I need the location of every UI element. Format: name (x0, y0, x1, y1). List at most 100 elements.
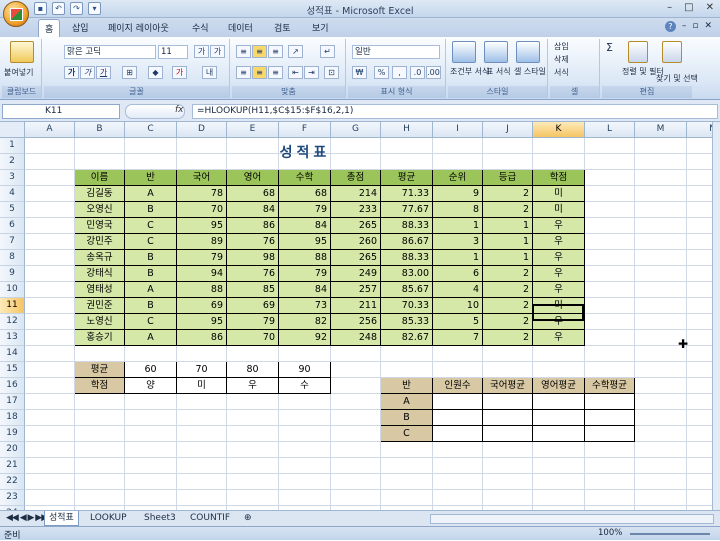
row-header[interactable]: 12 (0, 314, 25, 330)
decrease-decimal-icon[interactable]: .00 (426, 66, 441, 79)
table-cell[interactable]: B (125, 250, 177, 266)
minimize-icon[interactable]: – (667, 2, 672, 13)
font-color-icon[interactable]: 가 (172, 66, 187, 79)
table-cell[interactable]: 미 (533, 202, 585, 218)
column-header[interactable]: M (635, 122, 687, 138)
table-cell[interactable]: 76 (227, 234, 279, 250)
table-header-cell[interactable]: 학점 (533, 170, 585, 186)
row-header[interactable]: 2 (0, 154, 25, 170)
tab-review[interactable]: 검토 (274, 21, 291, 34)
row-header[interactable]: 18 (0, 410, 25, 426)
table-cell[interactable]: B (125, 298, 177, 314)
table-cell[interactable]: 2 (483, 282, 533, 298)
table-cell[interactable]: 홍승기 (75, 330, 125, 346)
table-cell[interactable]: 3 (433, 234, 483, 250)
row-header[interactable]: 9 (0, 266, 25, 282)
table-cell[interactable]: 5 (433, 314, 483, 330)
summary-cell[interactable] (533, 410, 585, 426)
lookup-label[interactable]: 학점 (75, 378, 125, 394)
table-cell[interactable]: 214 (331, 186, 381, 202)
column-header[interactable]: N (687, 122, 712, 138)
row-header[interactable]: 16 (0, 378, 25, 394)
table-cell[interactable]: 88.33 (381, 250, 433, 266)
format-table-button[interactable]: 표 서식 (486, 66, 511, 77)
close-icon[interactable]: ✕ (706, 2, 714, 13)
fill-color-icon[interactable]: ◆ (148, 66, 163, 79)
row-header[interactable]: 5 (0, 202, 25, 218)
row-header[interactable]: 6 (0, 218, 25, 234)
table-cell[interactable]: 73 (279, 298, 331, 314)
lookup-grade[interactable]: 수 (279, 378, 331, 394)
select-all-corner[interactable] (0, 122, 25, 138)
table-cell[interactable]: 우 (533, 250, 585, 266)
tab-view[interactable]: 보기 (312, 21, 329, 34)
row-header[interactable]: 7 (0, 234, 25, 250)
table-cell[interactable]: 98 (227, 250, 279, 266)
format-table-icon[interactable] (484, 41, 508, 63)
table-cell[interactable]: 265 (331, 250, 381, 266)
table-cell[interactable]: 민영국 (75, 218, 125, 234)
summary-class[interactable]: C (381, 426, 433, 442)
table-cell[interactable]: 88 (279, 250, 331, 266)
table-header-cell[interactable]: 반 (125, 170, 177, 186)
number-format-select[interactable]: 일반 (352, 45, 440, 59)
table-cell[interactable]: 83.00 (381, 266, 433, 282)
table-cell[interactable]: 86 (227, 218, 279, 234)
table-cell[interactable]: 68 (227, 186, 279, 202)
orientation-icon[interactable]: ↗ (288, 45, 303, 58)
table-cell[interactable]: 우 (533, 266, 585, 282)
table-cell[interactable]: 9 (433, 186, 483, 202)
conditional-format-icon[interactable] (452, 41, 476, 63)
row-header[interactable]: 19 (0, 426, 25, 442)
table-cell[interactable]: A (125, 282, 177, 298)
increase-indent-icon[interactable]: ⇥ (304, 66, 319, 79)
table-cell[interactable]: 2 (483, 186, 533, 202)
table-cell[interactable]: 69 (177, 298, 227, 314)
column-header[interactable]: L (585, 122, 635, 138)
find-select-button[interactable]: 찾기 및 선택 (656, 73, 698, 84)
table-cell[interactable]: 우 (533, 218, 585, 234)
paste-icon[interactable] (10, 41, 34, 63)
row-header[interactable]: 4 (0, 186, 25, 202)
row-header[interactable]: 17 (0, 394, 25, 410)
column-header[interactable]: K (533, 122, 585, 138)
table-cell[interactable]: 257 (331, 282, 381, 298)
table-cell[interactable]: B (125, 202, 177, 218)
summary-header[interactable]: 반 (381, 378, 433, 394)
table-cell[interactable]: 노영신 (75, 314, 125, 330)
sheet-tab-grades[interactable]: 성적표 (44, 511, 79, 526)
table-cell[interactable]: 2 (483, 330, 533, 346)
table-cell[interactable]: C (125, 218, 177, 234)
find-select-icon[interactable] (662, 41, 682, 63)
summary-cell[interactable] (433, 394, 483, 410)
zoom-slider[interactable] (630, 533, 710, 535)
table-cell[interactable]: 70 (177, 202, 227, 218)
shrink-font-icon[interactable]: 가 (210, 45, 225, 58)
row-header[interactable]: 13 (0, 330, 25, 346)
comma-icon[interactable]: , (392, 66, 407, 79)
cell-styles-button[interactable]: 셀 스타일 (514, 66, 546, 77)
increase-decimal-icon[interactable]: .0 (410, 66, 425, 79)
office-button[interactable] (3, 1, 29, 27)
row-header[interactable]: 1 (0, 138, 25, 154)
table-cell[interactable]: 82.67 (381, 330, 433, 346)
summary-cell[interactable] (433, 426, 483, 442)
insert-cells-button[interactable]: 삽입 (554, 41, 569, 52)
table-cell[interactable]: 2 (483, 298, 533, 314)
summary-cell[interactable] (483, 426, 533, 442)
lookup-score[interactable]: 70 (177, 362, 227, 378)
row-header[interactable]: 11 (0, 298, 25, 314)
tab-data[interactable]: 데이터 (228, 21, 253, 34)
grow-font-icon[interactable]: 가 (194, 45, 209, 58)
row-header[interactable]: 20 (0, 442, 25, 458)
table-cell[interactable]: 70.33 (381, 298, 433, 314)
worksheet-grid[interactable]: ABCDEFGHIJKLMN 1234567891011121314151617… (0, 122, 712, 510)
row-header[interactable]: 3 (0, 170, 25, 186)
table-cell[interactable]: 84 (279, 282, 331, 298)
table-header-cell[interactable]: 순위 (433, 170, 483, 186)
table-cell[interactable]: 우 (533, 234, 585, 250)
table-header-cell[interactable]: 평균 (381, 170, 433, 186)
wrap-text-icon[interactable]: ↵ (320, 45, 335, 58)
decrease-indent-icon[interactable]: ⇤ (288, 66, 303, 79)
sheet-tab-sheet3[interactable]: Sheet3 (140, 511, 180, 526)
